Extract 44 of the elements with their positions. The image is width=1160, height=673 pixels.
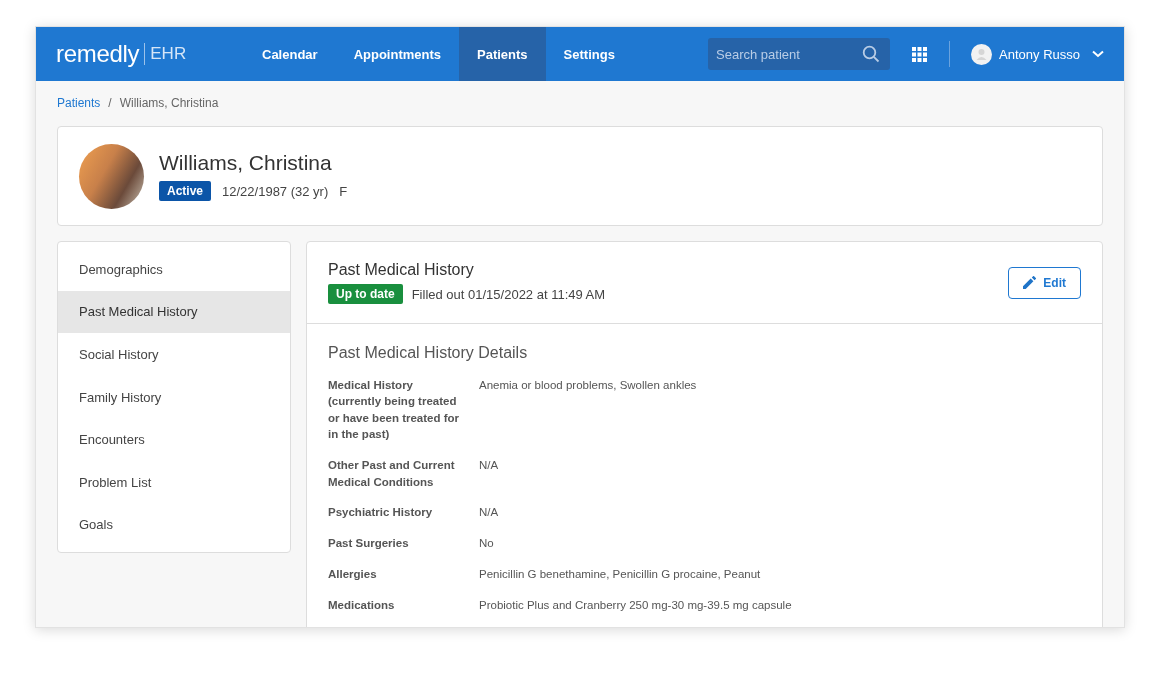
search-field[interactable]: Search patient <box>708 38 891 70</box>
sidebar-item[interactable]: Social History <box>58 333 290 376</box>
sex-label: F <box>339 183 348 199</box>
nav-tab[interactable]: Appointments <box>335 27 460 81</box>
edit-button[interactable]: Edit <box>1008 266 1081 299</box>
section-title: Past Medical History <box>328 261 475 279</box>
breadcrumb-separator: / <box>108 96 112 110</box>
user-name[interactable]: Antony Russo <box>999 46 1080 62</box>
search-icon <box>862 45 881 63</box>
field-label: Allergies <box>328 567 378 583</box>
filled-out-text: Filled out 01/15/2022 at 11:49 AM <box>411 286 606 302</box>
sidebar-item[interactable]: Encounters <box>58 418 290 461</box>
sidebar-item[interactable]: Demographics <box>58 248 290 291</box>
details-title: Past Medical History Details <box>328 344 529 362</box>
field-label: Medical History (currently being treated or have been treated for in the past) <box>328 378 460 443</box>
sidebar-item[interactable]: Goals <box>58 503 290 547</box>
field-value: Probiotic Plus and Cranberry 250 mg-30 mg-39.5 mg capsule <box>479 598 792 614</box>
nav-tab[interactable]: Calendar <box>244 27 336 81</box>
breadcrumb-link[interactable]: Patients <box>57 96 101 110</box>
field-value: N/A <box>479 505 499 521</box>
sidebar-item[interactable]: Problem List <box>58 460 290 504</box>
chevron-down-icon[interactable] <box>1092 50 1104 58</box>
field-label: Other Past and Current Medical Conditions <box>328 458 456 490</box>
field-value: Anemia or blood problems, Swollen ankles <box>479 378 697 393</box>
sidebar-item[interactable]: Past Medical History <box>58 290 290 334</box>
apps-grid-icon[interactable] <box>912 46 928 62</box>
field-label: Past Surgeries <box>328 536 410 552</box>
user-avatar-icon <box>971 43 993 65</box>
breadcrumb-current: Williams, Christina <box>119 96 219 110</box>
nav-tab[interactable]: Settings <box>545 27 633 81</box>
field-value: Penicillin G benethamine, Penicillin G procaine, Peanut <box>479 567 761 583</box>
status-badge: Active <box>159 181 212 201</box>
status-badge: Up to date <box>328 284 403 304</box>
nav-tab[interactable]: Patients <box>459 27 546 81</box>
logo-product-text: EHR <box>144 43 187 65</box>
field-label: Medications <box>328 598 396 614</box>
field-label: Psychiatric History <box>328 505 434 521</box>
birth-date: 12/22/1987 (32 yr) <box>222 183 329 199</box>
patient-name: Williams, Christina <box>159 151 333 175</box>
pencil-icon <box>1023 276 1037 289</box>
field-value: No <box>479 536 494 552</box>
logo-text: remedly <box>56 40 140 68</box>
sidebar-item[interactable]: Family History <box>58 375 290 419</box>
field-value: N/A <box>479 458 499 474</box>
